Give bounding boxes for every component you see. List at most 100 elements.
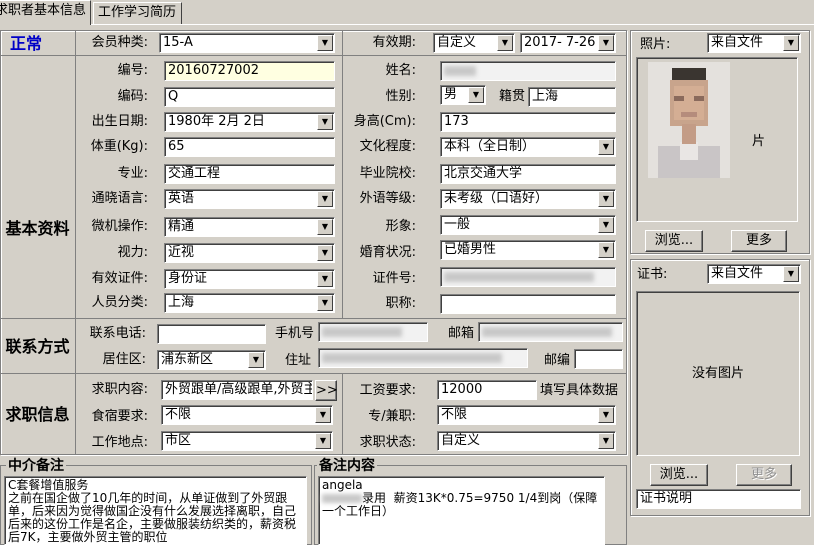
district-label: 居住区: <box>102 352 146 367</box>
remark-textarea[interactable]: angela 录用 薪资13K*0.75=9750 1/4到岗（保障一个工作日） <box>318 476 605 545</box>
fulltime-select[interactable]: 不限 ▼ <box>437 405 616 425</box>
marital-select[interactable]: 已婚男性 ▼ <box>440 240 616 260</box>
language-label: 通晓语言: <box>91 191 148 206</box>
dropdown-arrow-icon[interactable]: ▼ <box>598 217 614 233</box>
salary-hint: 填写具体数据 <box>540 383 619 398</box>
computer-select[interactable]: 精通 ▼ <box>164 217 335 237</box>
location-select[interactable]: 市区 ▼ <box>161 431 333 451</box>
birth-date-picker[interactable]: 1980年 2月 2日 ▼ <box>164 112 335 132</box>
dropdown-arrow-icon[interactable]: ▼ <box>598 139 614 155</box>
phone-input[interactable] <box>157 324 266 344</box>
job-state-select[interactable]: 自定义 ▼ <box>437 431 616 451</box>
photo-more-button[interactable]: 更多 <box>731 230 787 252</box>
id-no-label: 证件号: <box>372 271 416 286</box>
dropdown-arrow-icon[interactable]: ▼ <box>315 433 331 449</box>
phone-label: 联系电话: <box>89 326 146 341</box>
postcode-input[interactable] <box>574 349 623 369</box>
dropdown-arrow-icon[interactable]: ▼ <box>317 191 333 207</box>
dropdown-arrow-icon[interactable]: ▼ <box>598 191 614 207</box>
agency-notes-heading: 中介备注 <box>6 458 66 474</box>
code-input[interactable]: 20160727002 <box>164 61 335 81</box>
address-input[interactable] <box>318 348 528 368</box>
dropdown-arrow-icon[interactable]: ▼ <box>598 35 614 51</box>
board-select[interactable]: 不限 ▼ <box>161 405 333 425</box>
mobile-label: 手机号 <box>274 326 314 341</box>
education-select[interactable]: 本科（全日制） ▼ <box>440 137 616 157</box>
member-type-select[interactable]: 15-A ▼ <box>159 33 335 53</box>
dropdown-arrow-icon[interactable]: ▼ <box>783 266 799 282</box>
origin-input[interactable]: 上海 <box>528 87 616 107</box>
validity-label: 有效期: <box>372 35 416 50</box>
certificate-label: 证书: <box>637 267 668 282</box>
dropdown-arrow-icon[interactable]: ▼ <box>783 35 799 51</box>
lang-level-label: 外语等级: <box>359 191 416 206</box>
vision-select[interactable]: 近视 ▼ <box>164 243 335 263</box>
height-input[interactable]: 173 <box>440 112 616 132</box>
validity-date-picker[interactable]: 2017- 7-26 ▼ <box>520 33 616 53</box>
salary-input[interactable]: 12000 <box>437 380 537 400</box>
fulltime-label: 专/兼职: <box>368 409 416 424</box>
category-select[interactable]: 上海 ▼ <box>164 293 335 313</box>
weight-input[interactable]: 65 <box>164 137 335 157</box>
agency-notes-textarea[interactable]: C套餐增值服务 之前在国企做了10几年的时间，从单证做到了外贸跟单，后来因为觉得… <box>4 476 307 545</box>
lang-level-select[interactable]: 未考级（口语好） ▼ <box>440 189 616 209</box>
photo-image <box>648 62 730 178</box>
tab-divider <box>0 24 814 25</box>
salary-label: 工资要求: <box>359 383 416 398</box>
dropdown-arrow-icon[interactable]: ▼ <box>317 219 333 235</box>
location-label: 工作地点: <box>91 435 148 450</box>
dropdown-arrow-icon[interactable]: ▼ <box>468 87 484 103</box>
certificate-browse-button[interactable]: 浏览... <box>650 464 708 486</box>
encode-label: 编码: <box>117 89 148 104</box>
dropdown-arrow-icon[interactable]: ▼ <box>317 35 333 51</box>
appearance-label: 形象: <box>385 219 416 234</box>
dropdown-arrow-icon[interactable]: ▼ <box>598 407 614 423</box>
title-input[interactable] <box>440 294 616 314</box>
status-label: 正常 <box>9 34 42 53</box>
category-label: 人员分类: <box>91 295 148 310</box>
board-label: 食宿要求: <box>91 409 148 424</box>
school-input[interactable]: 北京交通大学 <box>440 164 616 184</box>
appearance-select[interactable]: 一般 ▼ <box>440 215 616 235</box>
id-type-select[interactable]: 身份证 ▼ <box>164 269 335 289</box>
validity-select[interactable]: 自定义 ▼ <box>433 33 515 53</box>
marital-label: 婚育状况: <box>359 245 416 260</box>
dropdown-arrow-icon[interactable]: ▼ <box>248 352 264 368</box>
birth-label: 出生日期: <box>91 114 148 129</box>
job-content-label: 求职内容: <box>91 382 148 397</box>
encode-input[interactable]: Q <box>164 87 335 107</box>
vision-label: 视力: <box>117 245 148 260</box>
remark-line-2: 录用 薪资13K*0.75=9750 1/4到岗（保障一个工作日） <box>322 491 598 518</box>
email-input[interactable] <box>478 322 623 342</box>
mobile-input[interactable] <box>318 322 428 342</box>
certificate-source-select[interactable]: 来自文件 ▼ <box>707 264 801 284</box>
photo-browse-button[interactable]: 浏览... <box>645 230 703 252</box>
dropdown-arrow-icon[interactable]: ▼ <box>315 407 331 423</box>
gender-select[interactable]: 男 ▼ <box>440 85 486 105</box>
dropdown-arrow-icon[interactable]: ▼ <box>598 433 614 449</box>
language-select[interactable]: 英语 ▼ <box>164 189 335 209</box>
major-input[interactable]: 交通工程 <box>164 164 335 184</box>
education-label: 文化程度: <box>359 139 416 154</box>
photo-source-select[interactable]: 来自文件 ▼ <box>707 33 801 53</box>
school-label: 毕业院校: <box>359 166 416 181</box>
tab-resume[interactable]: 工作学习简历 <box>93 2 182 24</box>
dropdown-arrow-icon[interactable]: ▼ <box>317 271 333 287</box>
job-content-more-button[interactable]: >> <box>315 380 338 401</box>
dropdown-arrow-icon[interactable]: ▼ <box>317 295 333 311</box>
dropdown-arrow-icon[interactable]: ▼ <box>598 242 614 258</box>
district-select[interactable]: 浦东新区 ▼ <box>157 350 266 370</box>
tab-basic-info[interactable]: 求职者基本信息 <box>0 0 91 25</box>
id-no-input[interactable] <box>440 267 616 287</box>
dropdown-arrow-icon[interactable]: ▼ <box>317 245 333 261</box>
postcode-label: 邮编 <box>543 353 570 368</box>
computer-label: 微机操作: <box>91 219 148 234</box>
dropdown-arrow-icon[interactable]: ▼ <box>317 114 333 130</box>
dropdown-arrow-icon[interactable]: ▼ <box>497 35 513 51</box>
certificate-description-input[interactable]: 证书说明 <box>636 489 801 509</box>
origin-label: 籍贯 <box>498 89 525 104</box>
job-content-input[interactable]: 外贸跟单/高级跟单,外贸主 <box>161 380 313 400</box>
name-input[interactable] <box>440 61 616 81</box>
gender-label: 性别: <box>385 89 416 104</box>
certificate-more-button: 更多 <box>736 464 792 486</box>
